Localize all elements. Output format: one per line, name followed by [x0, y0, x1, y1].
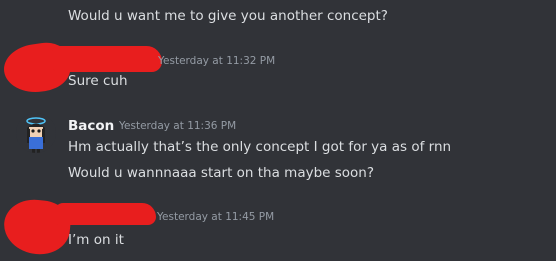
message-text: Would u want me to give you another conc…: [68, 8, 388, 24]
avatar[interactable]: [16, 113, 56, 153]
redacted-username: [52, 46, 162, 72]
message-text: I’m on it: [68, 232, 124, 248]
message-text: Would u wannnaaa start on tha maybe soon…: [68, 165, 375, 181]
user-avatar-icon: [16, 113, 56, 153]
chat-message-list: Would u want me to give you another conc…: [0, 0, 556, 261]
message-text: Hm actually that’s the only concept I go…: [68, 139, 452, 155]
redacted-username: [54, 203, 156, 225]
message-timestamp[interactable]: Yesterday at 11:32 PM: [158, 55, 275, 67]
message-text: Sure cuh: [68, 73, 128, 89]
message-timestamp[interactable]: Yesterday at 11:36 PM: [119, 120, 236, 132]
message-author[interactable]: Bacon: [68, 118, 114, 134]
message-timestamp[interactable]: Yesterday at 11:45 PM: [157, 211, 274, 223]
